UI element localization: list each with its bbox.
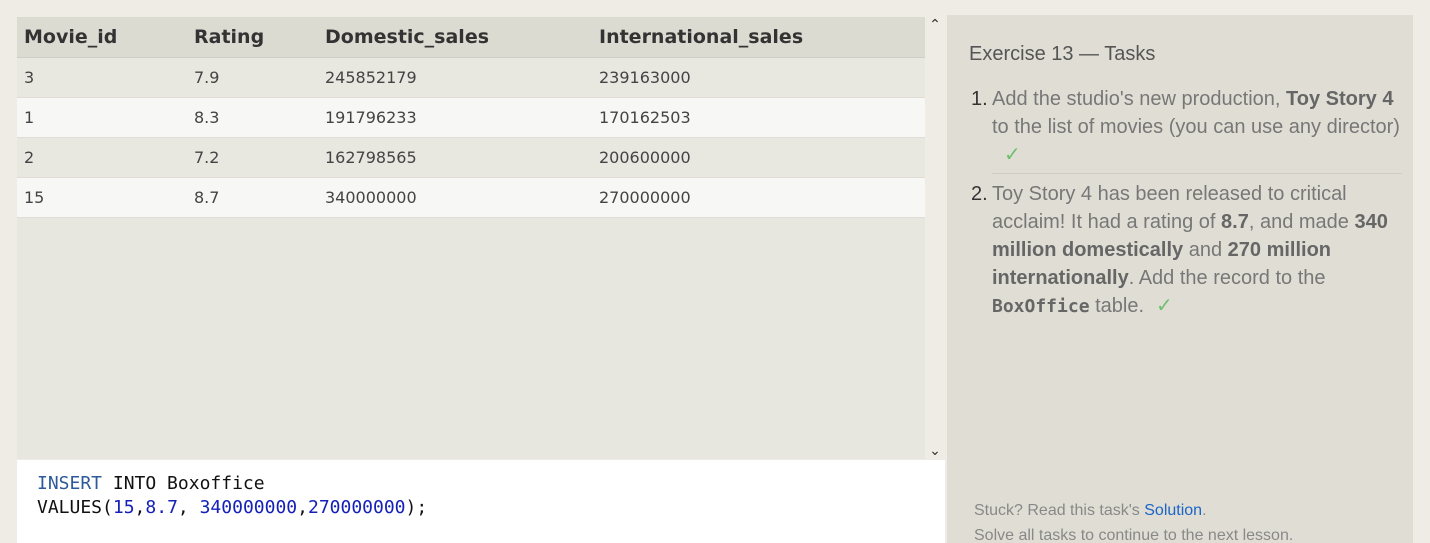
task-text-part: Add the studio's new production, (992, 88, 1287, 110)
table-cell: 270000000 (592, 177, 925, 218)
task-divider (992, 173, 1402, 174)
sql-editor[interactable]: INSERT INTO Boxoffice VALUES(15,8.7, 340… (17, 460, 945, 543)
checkmark-icon: ✓ (1004, 144, 1021, 166)
task-text-part: . Add the record to the (1128, 267, 1326, 289)
sql-text: , (134, 497, 146, 518)
table-cell: 8.3 (187, 97, 318, 138)
sql-keyword: INSERT (37, 473, 103, 494)
query-results-panel: Movie_id Rating Domestic_sales Internati… (17, 17, 945, 459)
sql-number: 270000000 (307, 497, 406, 518)
table-name-code: BoxOffice (992, 296, 1090, 317)
table-header-row: Movie_id Rating Domestic_sales Internati… (17, 17, 925, 58)
task-text-part: , and made (1248, 211, 1355, 233)
column-header: Domestic_sales (318, 17, 592, 58)
checkmark-icon: ✓ (1156, 295, 1173, 317)
solution-link[interactable]: Solution (1144, 502, 1202, 519)
sql-number: 8.7 (145, 497, 178, 518)
table-cell: 170162503 (592, 97, 925, 138)
stuck-line: Stuck? Read this task's Solution. (974, 498, 1293, 523)
results-scrollbar[interactable]: ⌃ ⌄ (925, 17, 945, 459)
table-cell: 191796233 (318, 97, 592, 138)
table-cell: 7.9 (187, 57, 318, 98)
table-cell: 2 (17, 137, 187, 178)
task-emphasis: Toy Story 4 (1286, 88, 1394, 110)
table-cell: 162798565 (318, 137, 592, 178)
task-text: Toy Story 4 has been released to critica… (992, 180, 1401, 321)
table-row: 1 8.3 191796233 170162503 (17, 97, 925, 138)
sql-number: 15 (112, 497, 135, 518)
task-item: 2. Toy Story 4 has been released to crit… (971, 180, 1401, 321)
sql-text: VALUES( (37, 497, 113, 518)
column-header: Rating (187, 17, 318, 58)
task-item: 1. Add the studio's new production, Toy … (971, 85, 1401, 169)
table-cell: 200600000 (592, 137, 925, 178)
table-cell: 7.2 (187, 137, 318, 178)
table-row: 2 7.2 162798565 200600000 (17, 137, 925, 178)
continue-hint: Solve all tasks to continue to the next … (974, 527, 1294, 543)
column-header: International_sales (592, 17, 925, 58)
task-emphasis: 8.7 (1221, 211, 1249, 233)
table-cell: 8.7 (187, 177, 318, 218)
task-text-part: and (1183, 239, 1228, 261)
table-cell: 239163000 (592, 57, 925, 98)
table-row: 3 7.9 245852179 239163000 (17, 57, 925, 98)
table-row: 15 8.7 340000000 270000000 (17, 177, 925, 218)
task-number: 2. (971, 183, 988, 205)
scroll-up-icon[interactable]: ⌃ (925, 17, 945, 33)
sql-text: ); (405, 497, 428, 518)
task-footer: Stuck? Read this task's Solution. Solve … (974, 498, 1293, 543)
table-cell: 3 (17, 57, 187, 98)
task-text-part: table. (1095, 295, 1145, 317)
task-number: 1. (971, 88, 988, 110)
scroll-down-icon[interactable]: ⌄ (925, 443, 945, 459)
tasks-panel: Exercise 13 — Tasks 1. Add the studio's … (947, 15, 1413, 543)
task-text: Add the studio's new production, Toy Sto… (992, 85, 1401, 169)
results-table: Movie_id Rating Domestic_sales Internati… (17, 17, 925, 218)
table-cell: 1 (17, 97, 187, 138)
tasks-title: Exercise 13 — Tasks (969, 43, 1156, 65)
table-cell: 245852179 (318, 57, 592, 98)
task-text-part: to the list of movies (you can use any d… (992, 116, 1400, 138)
sql-number: 340000000 (199, 497, 298, 518)
sql-code[interactable]: INSERT INTO Boxoffice VALUES(15,8.7, 340… (37, 472, 427, 520)
footer-text: Stuck? Read this task's (974, 502, 1145, 519)
sql-text: , (177, 497, 200, 518)
column-header: Movie_id (17, 17, 187, 58)
footer-text: . (1202, 502, 1207, 519)
table-cell: 340000000 (318, 177, 592, 218)
sqlbolt-exercise-page: Movie_id Rating Domestic_sales Internati… (0, 0, 1430, 543)
sql-text: , (297, 497, 308, 518)
sql-text: INTO Boxoffice (102, 473, 265, 494)
table-cell: 15 (17, 177, 187, 218)
